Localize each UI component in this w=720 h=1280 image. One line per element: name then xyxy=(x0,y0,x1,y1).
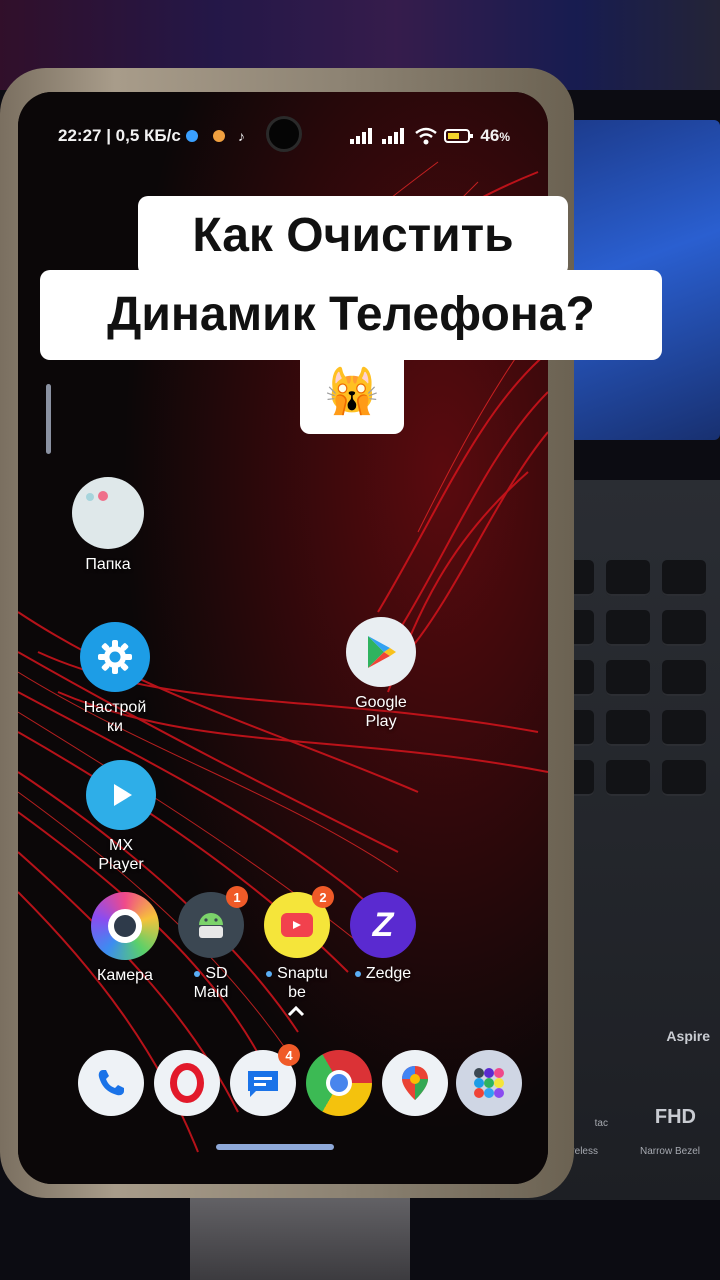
dock-folder[interactable] xyxy=(456,1050,522,1116)
laptop-fhd: FHD xyxy=(654,1106,696,1128)
maps-pin-icon xyxy=(402,1066,428,1100)
caption-line-1: Как Очистить xyxy=(138,196,568,276)
snaptube-icon: 2 xyxy=(264,886,334,958)
messages-badge: 4 xyxy=(278,1044,300,1066)
android-icon: 1 xyxy=(178,886,248,958)
gesture-nav-bar[interactable] xyxy=(216,1144,334,1150)
dock-chrome[interactable] xyxy=(306,1050,372,1116)
opera-icon xyxy=(170,1063,204,1103)
gear-icon xyxy=(80,622,150,692)
dock-maps[interactable] xyxy=(382,1050,448,1116)
dock-messages[interactable]: 4 xyxy=(230,1044,300,1116)
laptop-tac: tac xyxy=(594,1118,608,1129)
folder-icon xyxy=(72,477,144,549)
app-settings[interactable]: Настрой ки xyxy=(60,622,170,736)
app-zedge[interactable]: Z Zedge xyxy=(328,892,438,984)
tiktok-icon: ♪ xyxy=(237,128,245,144)
app-google-play-label: Google Play xyxy=(355,694,407,730)
app-google-play[interactable]: Google Play xyxy=(326,617,436,731)
chrome-icon xyxy=(326,1070,352,1096)
phone-icon xyxy=(98,1070,124,1096)
caption-emoji: 🙀 xyxy=(300,350,404,434)
front-camera xyxy=(266,116,302,152)
app-folder[interactable]: Папка xyxy=(53,477,163,575)
caption-line-2: Динамик Телефона? xyxy=(40,270,662,360)
laptop-brand: Aspire xyxy=(666,1028,710,1044)
folder-grid-icon xyxy=(474,1068,504,1098)
chevron-up-icon[interactable] xyxy=(286,1004,306,1018)
play-icon xyxy=(86,760,156,830)
notification-icon xyxy=(185,130,198,142)
app-zedge-label: Zedge xyxy=(328,964,438,984)
dock-opera[interactable] xyxy=(154,1050,220,1116)
app-settings-label: Настрой ки xyxy=(83,699,147,735)
google-play-icon xyxy=(346,617,416,687)
status-time: 22:27 | 0,5 КБ/с xyxy=(58,126,181,145)
app-mx-player-label: MX Player xyxy=(98,837,144,873)
laptop-keyboard xyxy=(550,560,720,820)
signal-icon xyxy=(350,128,373,144)
battery-icon xyxy=(444,129,474,143)
notification-icon-2 xyxy=(212,130,225,142)
battery-level: 46% xyxy=(480,126,510,145)
signal-icon-2 xyxy=(382,128,405,144)
wifi-icon xyxy=(415,127,438,145)
dock-phone[interactable] xyxy=(78,1050,144,1116)
zedge-icon: Z xyxy=(350,892,416,958)
app-mx-player[interactable]: MX Player xyxy=(66,760,176,874)
app-folder-label: Папка xyxy=(85,556,131,573)
page-indicator xyxy=(46,384,51,454)
laptop-narrow-bezel: Narrow Bezel xyxy=(639,1146,700,1157)
messages-icon xyxy=(248,1071,278,1097)
camera-icon xyxy=(91,892,159,960)
